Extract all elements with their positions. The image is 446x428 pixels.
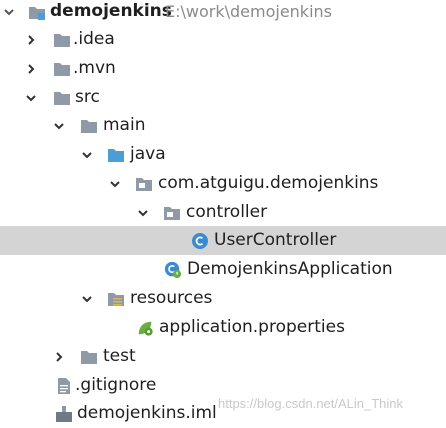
tree-node-test[interactable]: test [0,342,446,371]
spring-boot-class-icon [164,261,182,279]
tree-node-main[interactable]: main [0,111,446,140]
tree-node-user-controller[interactable]: UserController [0,226,446,255]
tree-node-label: UserController [214,230,337,250]
chevron-down-icon[interactable] [52,119,66,133]
tree-node-controller[interactable]: controller [0,198,446,227]
folder-icon [80,348,98,366]
tree-node-label: src [75,87,100,107]
chevron-down-icon[interactable] [2,5,16,19]
tree-node-label: com.atguigu.demojenkins [158,173,379,193]
tree-node-label: .idea [73,29,115,49]
tree-node-label: resources [130,288,213,308]
class-icon [191,232,209,250]
tree-node-java[interactable]: java [0,140,446,169]
tree-node-label: demojenkins.iml [77,403,217,423]
tree-node-label: application.properties [159,317,345,337]
tree-node-mvn[interactable]: .mvn [0,54,446,83]
tree-node-label: test [103,346,136,366]
tree-node-src[interactable]: src [0,83,446,112]
chevron-right-icon[interactable] [24,33,38,47]
package-icon [135,175,153,193]
text-file-icon [55,377,73,395]
project-path: E:\work\demojenkins [165,2,332,21]
tree-node-demojenkins-application[interactable]: DemojenkinsApplication [0,255,446,284]
folder-icon [53,89,71,107]
tree-node-application-properties[interactable]: application.properties [0,313,446,342]
tree-node-label: controller [186,202,268,222]
tree-node-label: .mvn [73,58,116,78]
folder-icon [53,60,71,78]
project-name: demojenkins [50,1,172,21]
resources-folder-icon [107,290,125,308]
module-file-icon [55,405,73,423]
source-folder-icon [107,146,125,164]
spring-properties-icon [136,319,154,337]
tree-node-label: .gitignore [75,375,157,395]
tree-node-resources[interactable]: resources [0,284,446,313]
chevron-right-icon[interactable] [52,350,66,364]
tree-node-project-root[interactable]: demojenkins E:\work\demojenkins [0,0,446,26]
chevron-down-icon[interactable] [136,206,150,220]
folder-icon [80,117,98,135]
tree-node-label: DemojenkinsApplication [187,259,393,279]
chevron-down-icon[interactable] [80,292,94,306]
chevron-down-icon[interactable] [80,148,94,162]
tree-node-idea[interactable]: .idea [0,25,446,54]
watermark: https://blog.csdn.net/ALin_Think [218,396,404,411]
chevron-down-icon[interactable] [24,91,38,105]
tree-node-label: main [103,115,146,135]
chevron-down-icon[interactable] [108,177,122,191]
tree-node-label: java [130,144,166,164]
module-folder-icon [28,3,46,21]
folder-icon [53,31,71,49]
chevron-right-icon[interactable] [24,62,38,76]
package-icon [163,204,181,222]
tree-node-package-root[interactable]: com.atguigu.demojenkins [0,169,446,198]
